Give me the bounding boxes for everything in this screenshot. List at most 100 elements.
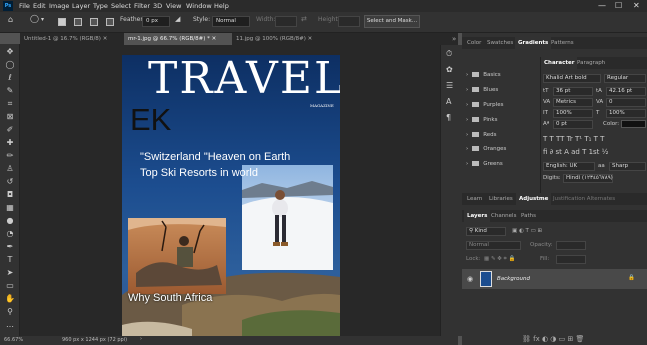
properties-icon[interactable]: ☰ — [446, 81, 453, 90]
zoom-level[interactable]: 66.67% — [4, 337, 23, 343]
tab-channels[interactable]: Channels — [488, 210, 519, 222]
brush-tool-icon[interactable]: ✏ — [4, 150, 16, 162]
tab-layers[interactable]: Layers — [464, 210, 491, 222]
menu-3d[interactable]: 3D — [153, 2, 162, 10]
tab-paths[interactable]: Paths — [518, 210, 539, 222]
history-brush-icon[interactable]: ↺ — [4, 176, 16, 188]
gradient-group[interactable]: › Purples — [466, 100, 540, 111]
tab-color[interactable]: Color — [464, 37, 484, 49]
tab-libraries[interactable]: Libraries — [486, 193, 516, 205]
rectangle-tool-icon[interactable]: ▭ — [4, 280, 16, 292]
opacity-input[interactable] — [556, 241, 586, 250]
brush-settings-icon[interactable]: ✿ — [446, 65, 453, 74]
close-icon[interactable]: ✕ — [212, 36, 217, 42]
paragraph-icon[interactable]: ¶ — [446, 113, 451, 122]
menu-help[interactable]: Help — [214, 2, 229, 10]
glyphs-icon[interactable]: A — [446, 97, 451, 106]
style-select[interactable]: Normal — [212, 16, 250, 27]
quick-select-tool-icon[interactable]: ✎ — [4, 85, 16, 97]
menu-filter[interactable]: Filter — [134, 2, 150, 10]
font-family-select[interactable]: Khalid Art bold — [543, 74, 601, 83]
new-selection-icon[interactable] — [58, 18, 66, 26]
language-select[interactable]: English: UK — [543, 162, 595, 171]
lock-icons[interactable]: ▦ ✎ ✥ ⌗ 🔒 — [484, 256, 515, 263]
text-color-swatch[interactable] — [621, 120, 646, 128]
opentype-buttons[interactable]: fi ∂ st A ad T 1st ½ — [543, 148, 608, 156]
menu-type[interactable]: Type — [93, 2, 108, 10]
font-style-select[interactable]: Regular — [604, 74, 646, 83]
close-icon[interactable]: ✕ — [103, 36, 108, 42]
eraser-tool-icon[interactable]: ◘ — [4, 189, 16, 201]
tab-mr-1[interactable]: mr-1.jpg @ 66.7% (RGB/8#) * ✕ — [124, 33, 232, 45]
tab-paragraph[interactable]: Paragraph — [574, 57, 608, 69]
menu-window[interactable]: Window — [186, 2, 212, 10]
tab-justification[interactable]: Justification Alternates — [550, 193, 618, 205]
swap-icon[interactable]: ⇄ — [301, 15, 307, 23]
intersect-selection-icon[interactable] — [106, 18, 114, 26]
tab-patterns[interactable]: Patterns — [548, 37, 577, 49]
blur-tool-icon[interactable]: ● — [4, 215, 16, 227]
dodge-tool-icon[interactable]: ◔ — [4, 228, 16, 240]
hand-tool-icon[interactable]: ✋ — [4, 293, 16, 305]
zoom-tool-icon[interactable]: ⚲ — [4, 306, 16, 318]
tracking-select[interactable]: 0 — [606, 98, 646, 107]
text-style-buttons[interactable]: T T TT Tr T¹ T₁ T T — [543, 135, 604, 143]
type-tool-icon[interactable]: T — [4, 254, 16, 266]
antialias-select[interactable]: Sharp — [609, 162, 646, 171]
move-tool-icon[interactable]: ✥ — [4, 46, 16, 58]
gradient-group[interactable]: › Blues — [466, 85, 540, 96]
crop-tool-icon[interactable]: ⌗ — [4, 98, 16, 110]
layer-row[interactable]: ◉ Background 🔒 — [462, 269, 647, 289]
tabs-overflow-icon[interactable]: » — [448, 33, 456, 45]
subtract-selection-icon[interactable] — [90, 18, 98, 26]
path-select-icon[interactable]: ➤ — [4, 267, 16, 279]
maximize-icon[interactable]: ☐ — [615, 1, 622, 10]
fill-input[interactable] — [556, 255, 586, 264]
menu-select[interactable]: Select — [111, 2, 131, 10]
healing-brush-icon[interactable]: ✚ — [4, 137, 16, 149]
menu-edit[interactable]: Edit — [33, 2, 46, 10]
close-icon[interactable]: ✕ — [308, 36, 313, 42]
layer-kind-filter[interactable]: ⚲ Kind — [466, 227, 506, 236]
frame-tool-icon[interactable]: ⊠ — [4, 111, 16, 123]
chevron-down-icon[interactable]: ▾ — [41, 16, 44, 23]
history-icon[interactable]: ⏱ — [446, 49, 452, 59]
tab-learn[interactable]: Learn — [464, 193, 485, 205]
tab-adjustments[interactable]: Adjustme — [516, 193, 552, 205]
menu-layer[interactable]: Layer — [72, 2, 90, 10]
leading-input[interactable]: 42.16 pt — [606, 87, 646, 96]
select-and-mask-button[interactable]: Select and Mask... — [364, 15, 420, 28]
ellipse-marquee-tool-icon[interactable]: ◯ — [4, 59, 16, 71]
stamp-tool-icon[interactable]: ♙ — [4, 163, 16, 175]
height-input[interactable] — [338, 16, 360, 27]
antialias-icon[interactable]: ◢ — [175, 15, 180, 23]
lasso-tool-icon[interactable]: ℓ — [4, 72, 16, 84]
feather-input[interactable]: 0 px — [142, 16, 170, 27]
gradient-tool-icon[interactable]: ▦ — [4, 202, 16, 214]
visibility-eye-icon[interactable]: ◉ — [467, 275, 473, 283]
menu-image[interactable]: Image — [49, 2, 69, 10]
ellipse-marquee-icon[interactable]: ◯ — [30, 14, 39, 23]
tab-gradients[interactable]: Gradients — [515, 37, 552, 49]
menu-file[interactable]: File — [19, 2, 30, 10]
chevron-right-icon[interactable]: › — [140, 336, 142, 342]
kerning-select[interactable]: Metrics — [553, 98, 593, 107]
document-canvas[interactable]: TRAVEL MAGAZINE EK "Switzerland "Heaven … — [122, 55, 340, 345]
gradient-group[interactable]: › Oranges — [466, 144, 540, 155]
tab-swatches[interactable]: Swatches — [484, 37, 516, 49]
digits-select[interactable]: Hindi (١٢٣٤٥٦٧٨٩) — [563, 174, 613, 183]
minimize-icon[interactable]: — — [598, 1, 606, 10]
pen-tool-icon[interactable]: ✒ — [4, 241, 16, 253]
menu-view[interactable]: View — [166, 2, 181, 10]
tab-character[interactable]: Character — [541, 57, 578, 69]
gradient-group[interactable]: › Pinks — [466, 115, 540, 126]
close-icon[interactable]: ✕ — [633, 1, 640, 10]
more-tools-icon[interactable]: … — [4, 319, 16, 331]
font-size-input[interactable]: 36 pt — [553, 87, 593, 96]
tab-11[interactable]: 11.jpg @ 100% (RGB/8#) ✕ — [232, 33, 322, 45]
gradient-group[interactable]: › Greens — [466, 159, 540, 170]
tab-untitled-1[interactable]: Untitled-1 @ 16.7% (RGB/8) ✕ — [20, 33, 124, 45]
gradient-group[interactable]: › Reds — [466, 130, 540, 141]
home-icon[interactable]: ⌂ — [8, 15, 13, 24]
add-selection-icon[interactable] — [74, 18, 82, 26]
